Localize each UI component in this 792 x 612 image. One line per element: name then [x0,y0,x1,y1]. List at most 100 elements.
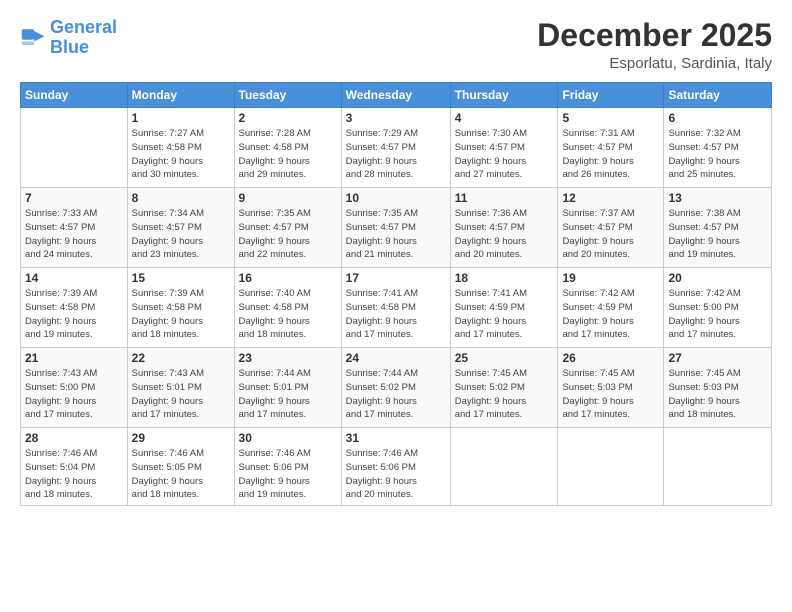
calendar-cell: 17 Sunrise: 7:41 AMSunset: 4:58 PMDayligh… [341,268,450,348]
day-info: Sunrise: 7:37 AMSunset: 4:57 PMDaylight:… [562,207,659,262]
logo-icon [20,24,48,52]
calendar-cell: 18 Sunrise: 7:41 AMSunset: 4:59 PMDayligh… [450,268,558,348]
calendar-cell: 15 Sunrise: 7:39 AMSunset: 4:58 PMDayligh… [127,268,234,348]
day-info: Sunrise: 7:44 AMSunset: 5:02 PMDaylight:… [346,367,446,422]
calendar-cell: 27Sunrise: 7:45 AMSunset: 5:03 PMDayligh… [664,348,772,428]
weekday-header-tuesday: Tuesday [234,83,341,108]
day-info: Sunrise: 7:29 AMSunset: 4:57 PMDaylight:… [346,127,446,182]
day-info: Sunrise: 7:42 AMSunset: 4:59 PMDaylight:… [562,287,659,342]
day-number: 22 [132,351,230,365]
day-number: 4 [455,111,554,125]
calendar-cell: 25 Sunrise: 7:45 AMSunset: 5:02 PMDayligh… [450,348,558,428]
calendar-cell: 23 Sunrise: 7:44 AMSunset: 5:01 PMDayligh… [234,348,341,428]
calendar-cell: 19Sunrise: 7:42 AMSunset: 4:59 PMDayligh… [558,268,664,348]
logo-name-blue: Blue [50,37,89,57]
day-number: 5 [562,111,659,125]
calendar-cell: 10 Sunrise: 7:35 AMSunset: 4:57 PMDayligh… [341,188,450,268]
day-number: 29 [132,431,230,445]
day-info: Sunrise: 7:44 AMSunset: 5:01 PMDaylight:… [239,367,337,422]
location-subtitle: Esporlatu, Sardinia, Italy [537,55,772,72]
day-info: Sunrise: 7:28 AMSunset: 4:58 PMDaylight:… [239,127,337,182]
day-number: 27 [668,351,767,365]
calendar-cell: 14Sunrise: 7:39 AMSunset: 4:58 PMDayligh… [21,268,128,348]
day-info: Sunrise: 7:43 AMSunset: 5:01 PMDaylight:… [132,367,230,422]
day-info: Sunrise: 7:39 AMSunset: 4:58 PMDaylight:… [132,287,230,342]
day-info: Sunrise: 7:45 AMSunset: 5:02 PMDaylight:… [455,367,554,422]
calendar-cell: 1 Sunrise: 7:27 AMSunset: 4:58 PMDaylight… [127,108,234,188]
day-info: Sunrise: 7:46 AMSunset: 5:04 PMDaylight:… [25,447,123,502]
day-number: 16 [239,271,337,285]
day-info: Sunrise: 7:46 AMSunset: 5:05 PMDaylight:… [132,447,230,502]
day-info: Sunrise: 7:42 AMSunset: 5:00 PMDaylight:… [668,287,767,342]
header: General Blue December 2025 Esporlatu, Sa… [20,18,772,72]
calendar-cell: 31Sunrise: 7:46 AMSunset: 5:06 PMDayligh… [341,428,450,506]
day-info: Sunrise: 7:41 AMSunset: 4:59 PMDaylight:… [455,287,554,342]
day-number: 25 [455,351,554,365]
day-info: Sunrise: 7:41 AMSunset: 4:58 PMDaylight:… [346,287,446,342]
day-info: Sunrise: 7:46 AMSunset: 5:06 PMDaylight:… [239,447,337,502]
day-info: Sunrise: 7:39 AMSunset: 4:58 PMDaylight:… [25,287,123,342]
calendar-cell: 9 Sunrise: 7:35 AMSunset: 4:57 PMDaylight… [234,188,341,268]
day-number: 11 [455,191,554,205]
logo: General Blue [20,18,117,58]
day-number: 24 [346,351,446,365]
calendar-cell: 5 Sunrise: 7:31 AMSunset: 4:57 PMDaylight… [558,108,664,188]
day-number: 10 [346,191,446,205]
day-number: 12 [562,191,659,205]
calendar-table: SundayMondayTuesdayWednesdayThursdayFrid… [20,82,772,506]
weekday-header-sunday: Sunday [21,83,128,108]
day-number: 15 [132,271,230,285]
day-number: 21 [25,351,123,365]
day-info: Sunrise: 7:45 AMSunset: 5:03 PMDaylight:… [562,367,659,422]
calendar-cell: 26 Sunrise: 7:45 AMSunset: 5:03 PMDayligh… [558,348,664,428]
calendar-cell [558,428,664,506]
weekday-header-friday: Friday [558,83,664,108]
day-info: Sunrise: 7:31 AMSunset: 4:57 PMDaylight:… [562,127,659,182]
day-number: 17 [346,271,446,285]
calendar-cell: 13 Sunrise: 7:38 AMSunset: 4:57 PMDayligh… [664,188,772,268]
calendar-cell: 11 Sunrise: 7:36 AMSunset: 4:57 PMDayligh… [450,188,558,268]
day-info: Sunrise: 7:35 AMSunset: 4:57 PMDaylight:… [239,207,337,262]
calendar-cell: 24 Sunrise: 7:44 AMSunset: 5:02 PMDayligh… [341,348,450,428]
day-number: 6 [668,111,767,125]
day-info: Sunrise: 7:38 AMSunset: 4:57 PMDaylight:… [668,207,767,262]
day-number: 30 [239,431,337,445]
day-info: Sunrise: 7:33 AMSunset: 4:57 PMDaylight:… [25,207,123,262]
calendar-cell: 4 Sunrise: 7:30 AMSunset: 4:57 PMDaylight… [450,108,558,188]
calendar-cell [664,428,772,506]
calendar-cell: 7 Sunrise: 7:33 AMSunset: 4:57 PMDaylight… [21,188,128,268]
calendar-cell: 29 Sunrise: 7:46 AMSunset: 5:05 PMDayligh… [127,428,234,506]
day-number: 23 [239,351,337,365]
weekday-header-monday: Monday [127,83,234,108]
logo-name-general: General [50,17,117,37]
calendar-cell: 3Sunrise: 7:29 AMSunset: 4:57 PMDaylight… [341,108,450,188]
day-info: Sunrise: 7:36 AMSunset: 4:57 PMDaylight:… [455,207,554,262]
calendar-cell: 12 Sunrise: 7:37 AMSunset: 4:57 PMDayligh… [558,188,664,268]
calendar-cell [21,108,128,188]
calendar-cell: 22 Sunrise: 7:43 AMSunset: 5:01 PMDayligh… [127,348,234,428]
day-info: Sunrise: 7:27 AMSunset: 4:58 PMDaylight:… [132,127,230,182]
day-info: Sunrise: 7:30 AMSunset: 4:57 PMDaylight:… [455,127,554,182]
calendar-cell: 8 Sunrise: 7:34 AMSunset: 4:57 PMDaylight… [127,188,234,268]
weekday-header-thursday: Thursday [450,83,558,108]
calendar-cell: 30 Sunrise: 7:46 AMSunset: 5:06 PMDayligh… [234,428,341,506]
weekday-header-saturday: Saturday [664,83,772,108]
day-number: 26 [562,351,659,365]
day-number: 7 [25,191,123,205]
title-block: December 2025 Esporlatu, Sardinia, Italy [537,18,772,72]
day-number: 2 [239,111,337,125]
day-number: 8 [132,191,230,205]
calendar-cell: 21Sunrise: 7:43 AMSunset: 5:00 PMDayligh… [21,348,128,428]
day-number: 13 [668,191,767,205]
weekday-header-wednesday: Wednesday [341,83,450,108]
day-info: Sunrise: 7:35 AMSunset: 4:57 PMDaylight:… [346,207,446,262]
day-number: 18 [455,271,554,285]
day-number: 1 [132,111,230,125]
day-number: 28 [25,431,123,445]
day-info: Sunrise: 7:40 AMSunset: 4:58 PMDaylight:… [239,287,337,342]
calendar-cell: 6Sunrise: 7:32 AMSunset: 4:57 PMDaylight… [664,108,772,188]
day-info: Sunrise: 7:46 AMSunset: 5:06 PMDaylight:… [346,447,446,502]
calendar-cell [450,428,558,506]
day-number: 9 [239,191,337,205]
day-info: Sunrise: 7:34 AMSunset: 4:57 PMDaylight:… [132,207,230,262]
